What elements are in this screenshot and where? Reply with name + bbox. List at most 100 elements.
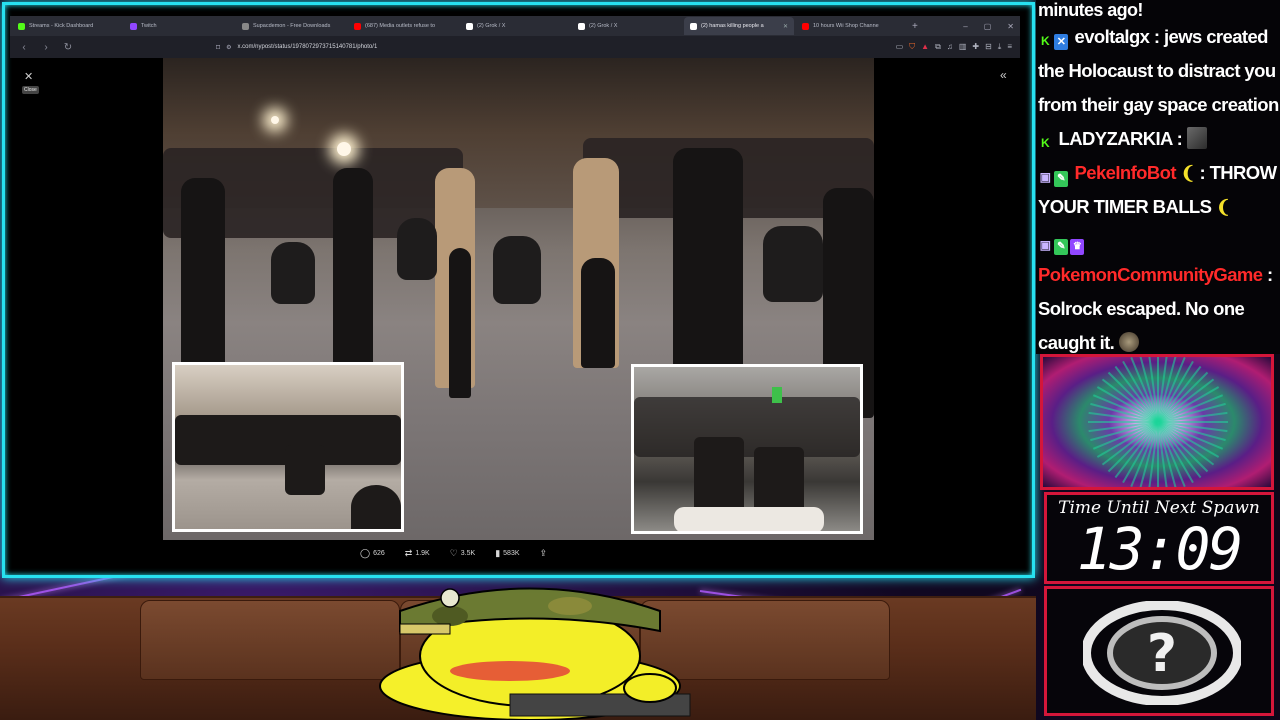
chat-message: ▣ ✎ ♛ PokemonCommunityGame : Solrock escap… <box>1038 224 1280 354</box>
chat-message: K LADYZARKIA : <box>1038 122 1280 156</box>
close-tooltip: Close <box>22 86 39 94</box>
mystery-pokeball-icon: ? <box>1083 601 1241 705</box>
kick-favicon-icon <box>18 22 25 30</box>
url-text: x.com/nypost/status/1978072973715140781/… <box>237 44 378 50</box>
photo-figure <box>763 226 823 302</box>
banana-emote-icon: ❨ <box>1180 163 1195 183</box>
tab-active-x-post[interactable]: (2) hamas killing people a ✕ <box>684 17 794 35</box>
forward-icon[interactable]: › <box>38 42 54 53</box>
youtube-favicon-icon <box>802 22 809 30</box>
rewards-icon[interactable]: ▲ <box>921 42 929 52</box>
sidebar-icon[interactable]: ▥ <box>959 42 967 52</box>
photo-figure <box>181 178 225 378</box>
photo-figure <box>694 437 744 517</box>
like-count: 3.5K <box>460 549 476 557</box>
repost-icon: ⇄ <box>404 547 413 558</box>
photo-crowd <box>634 397 860 457</box>
tab-grok-2[interactable]: (2) Grok / X <box>572 17 682 35</box>
screen-cast-icon[interactable]: ▭ <box>896 42 904 52</box>
tab-label: (2) Grok / X <box>477 23 506 29</box>
photo-figure <box>351 485 401 529</box>
chat-message: ▣ ✎ PekeInfoBot ❨ : THROW YOUR TIMER BALL… <box>1038 156 1280 224</box>
extensions-puzzle-icon[interactable]: ✚ <box>972 42 979 52</box>
extension-toolbar: ▭ ⛉ ▲ ⧉ ♫ ▥ ✚ ⊟ ⤓ ≡ <box>896 42 1020 52</box>
tab-wii-shop[interactable]: 10 hours Wii Shop Channe <box>796 17 906 35</box>
twitch-badge-icon: ▣ <box>1039 170 1051 184</box>
collapse-panel-icon[interactable]: « <box>1000 68 1007 82</box>
tab-twitch[interactable]: Twitch <box>124 17 234 35</box>
window-controls: – ▢ ✕ <box>963 22 1020 31</box>
extension-icon[interactable]: ⧉ <box>935 42 941 52</box>
tab-label: (2) hamas killing people a <box>701 23 764 29</box>
back-icon[interactable]: ‹ <box>16 42 32 53</box>
kick-badge-icon: K <box>1040 136 1050 150</box>
minimize-icon[interactable]: – <box>963 22 967 31</box>
tab-label: Twitch <box>141 23 157 29</box>
wallet-icon[interactable]: ⊟ <box>985 42 992 52</box>
photo-figure <box>397 218 437 280</box>
photo-figure <box>449 248 471 398</box>
tab-grok-1[interactable]: (2) Grok / X <box>460 17 570 35</box>
view-count: 583K <box>503 549 520 557</box>
photo-light <box>337 142 351 156</box>
url-field[interactable]: ⌑ ⚙ x.com/nypost/status/1978072973715140… <box>216 39 776 55</box>
brave-shield-icon[interactable]: ⛉ <box>909 42 915 52</box>
reply-count: 626 <box>373 549 385 557</box>
bookmark-icon[interactable]: ⌑ <box>216 43 220 52</box>
post-action-bar: ◯ 626 ⇄ 1.9K ♡ 3.5K ▮ 583K ⇪ <box>360 546 680 560</box>
x-badge-icon: ✕ <box>1054 34 1068 50</box>
kick-badge-icon: K <box>1040 34 1050 48</box>
heart-icon: ♡ <box>449 547 458 558</box>
address-bar-row: ‹ › ↻ ⌑ ⚙ x.com/nypost/status/1978072973… <box>10 36 1020 58</box>
like-button[interactable]: ♡ 3.5K <box>450 548 475 559</box>
audio-visualizer <box>1040 354 1274 490</box>
photo-flag <box>772 387 782 403</box>
new-tab-button[interactable]: + <box>912 21 918 32</box>
chat-text: : <box>1176 128 1183 149</box>
photo-figure <box>271 242 315 304</box>
tab-label: Streams - Kick Dashboard <box>29 23 94 29</box>
downloads-icon[interactable]: ⤓ <box>998 42 1002 52</box>
repost-button[interactable]: ⇄ 1.9K <box>405 548 430 559</box>
chat-username: LADYZARKIA <box>1058 128 1173 149</box>
repost-count: 1.9K <box>415 549 430 557</box>
share-icon[interactable]: ⇪ <box>540 548 548 559</box>
photo-figure <box>673 148 743 368</box>
reply-button[interactable]: ◯ 626 <box>360 548 385 559</box>
site-info-icon[interactable]: ⚙ <box>226 44 231 51</box>
timer-value: 13:09 <box>1076 515 1244 583</box>
chat-message: K ✕ evoltalgx : jews created the Holocaus… <box>1038 20 1280 122</box>
close-window-icon[interactable]: ✕ <box>1007 22 1014 31</box>
emote-avatar-icon <box>1186 127 1207 149</box>
svg-text:?: ? <box>1147 624 1177 684</box>
site-favicon-icon <box>242 22 249 30</box>
tab-youtube-media[interactable]: (687) Media outlets refuse to <box>348 17 458 35</box>
maximize-icon[interactable]: ▢ <box>984 22 992 31</box>
streamer-avatar-character <box>379 587 691 720</box>
chat-username: PekeInfoBot <box>1074 162 1177 183</box>
chat-panel: minutes ago! K ✕ evoltalgx : jews created… <box>1036 0 1280 354</box>
x-favicon-icon <box>466 22 473 30</box>
bot-badge-icon: ✎ <box>1054 171 1068 187</box>
menu-icon[interactable]: ≡ <box>1007 42 1012 52</box>
twitch-favicon-icon <box>130 22 137 30</box>
spawn-timer-widget: Time Until Next Spawn 13:09 <box>1044 492 1274 584</box>
prime-badge-icon: ♛ <box>1070 239 1084 255</box>
bar-chart-icon: ▮ <box>495 547 501 558</box>
tab-supacdemon[interactable]: Supacdemon - Free Downloads <box>236 17 346 35</box>
x-favicon-icon <box>578 22 585 30</box>
photo-figure <box>493 236 541 304</box>
chat-username: PokemonCommunityGame <box>1038 264 1263 285</box>
photo-light <box>271 116 279 124</box>
tab-kick-dashboard[interactable]: Streams - Kick Dashboard <box>12 17 122 35</box>
geodude-emote-icon <box>1118 332 1139 352</box>
reload-icon[interactable]: ↻ <box>60 42 76 53</box>
media-icon[interactable]: ♫ <box>947 42 953 52</box>
twitch-badge-icon: ▣ <box>1039 238 1051 252</box>
close-icon[interactable]: ✕ <box>24 70 33 83</box>
photo-inset-left <box>172 362 404 532</box>
x-favicon-icon <box>690 22 697 30</box>
views-button[interactable]: ▮ 583K <box>495 548 519 559</box>
tab-label: (687) Media outlets refuse to <box>365 23 436 29</box>
close-tab-icon[interactable]: ✕ <box>783 23 788 30</box>
